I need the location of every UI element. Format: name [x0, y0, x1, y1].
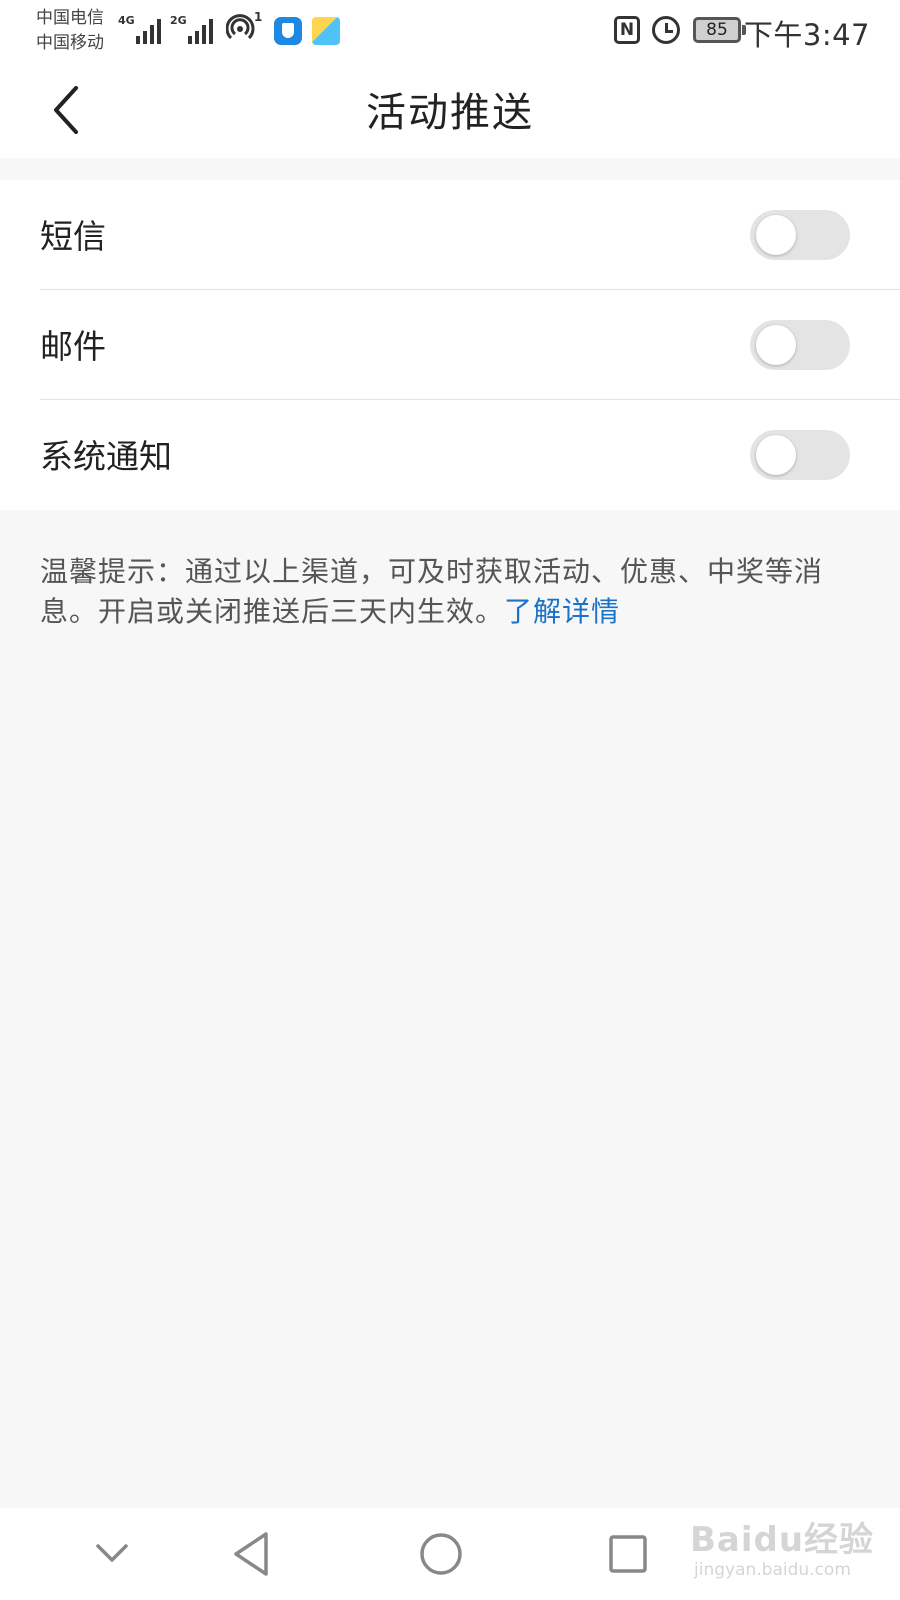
nav-back-button[interactable] [226, 1526, 282, 1582]
sms-toggle[interactable] [750, 210, 850, 260]
carrier-2: 中国移动 [36, 33, 104, 53]
setting-row-sms: 短信 [40, 180, 900, 290]
setting-label-system-notification: 系统通知 [40, 437, 172, 476]
status-bar: 中国电信 中国移动 4G 2G 1 N 85 下午3:47 [0, 0, 900, 62]
collapse-button[interactable] [84, 1526, 140, 1582]
toggle-knob [756, 435, 796, 475]
page-header: 活动推送 [0, 62, 900, 158]
battery-icon: 85 [693, 17, 746, 43]
tip-body: 温馨提示：通过以上渠道，可及时获取活动、优惠、中奖等消息。开启或关闭推送后三天内… [40, 555, 824, 628]
home-circle-icon [420, 1533, 462, 1575]
collapse-chevron-icon [96, 1544, 128, 1562]
carrier-names: 中国电信 中国移动 [36, 6, 104, 56]
toggle-knob [756, 215, 796, 255]
watermark-main: Baidu经验 [690, 1520, 875, 1560]
app-tile-icon [312, 17, 340, 45]
recents-square-icon [609, 1535, 647, 1573]
toggle-knob [756, 325, 796, 365]
learn-more-link[interactable]: 了解详情 [504, 595, 620, 628]
watermark-sub: jingyan.baidu.com [694, 1560, 851, 1580]
push-settings-list: 短信 邮件 系统通知 [0, 180, 900, 510]
tip-text: 温馨提示：通过以上渠道，可及时获取活动、优惠、中奖等消息。开启或关闭推送后三天内… [40, 552, 860, 632]
back-triangle-icon [234, 1532, 268, 1576]
page-title: 活动推送 [366, 90, 534, 136]
nav-home-button[interactable] [413, 1526, 469, 1582]
status-time: 下午3:47 [743, 18, 870, 52]
carrier-1: 中国电信 [36, 8, 104, 28]
hotspot-count: 1 [254, 10, 263, 24]
system-notification-toggle[interactable] [750, 430, 850, 480]
security-app-icon [274, 17, 302, 45]
alarm-icon [652, 16, 680, 44]
baidu-watermark: Baidu经验 jingyan.baidu.com [690, 1508, 890, 1588]
nav-recents-button[interactable] [600, 1526, 656, 1582]
hotspot-icon: 1 [225, 10, 262, 44]
setting-label-email: 邮件 [40, 327, 106, 366]
setting-row-email: 邮件 [40, 290, 900, 400]
setting-row-system-notification: 系统通知 [40, 400, 900, 510]
email-toggle[interactable] [750, 320, 850, 370]
setting-label-sms: 短信 [40, 217, 106, 256]
nfc-icon: N [614, 16, 640, 44]
